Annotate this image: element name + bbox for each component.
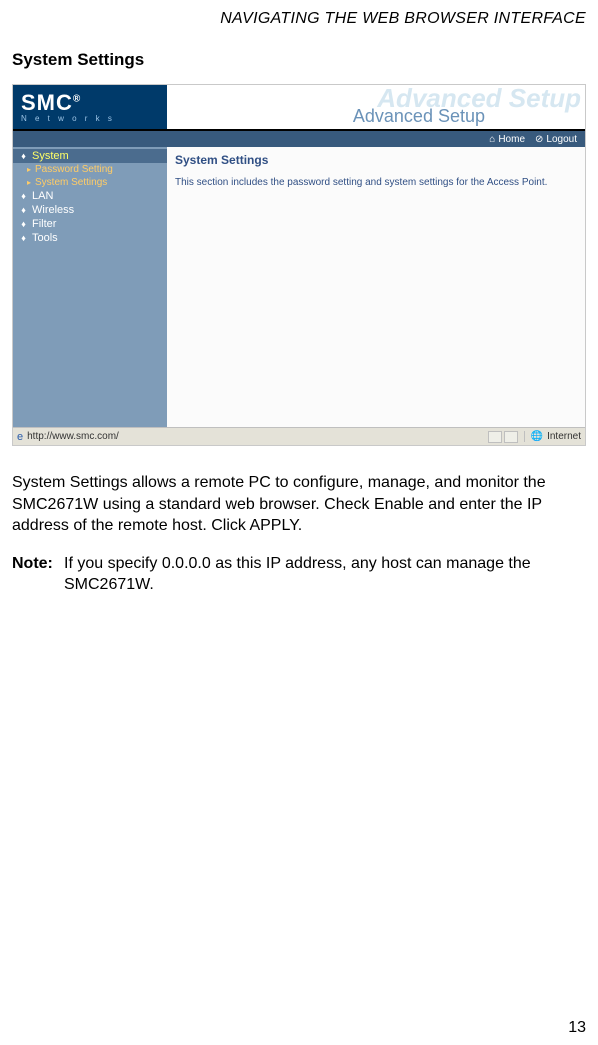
- page-number: 13: [568, 1019, 586, 1037]
- logout-label: Logout: [546, 134, 577, 145]
- sidebar-item-label: Wireless: [32, 204, 74, 216]
- pane-text: This section includes the password setti…: [175, 177, 577, 188]
- status-url: e http://www.smc.com/: [17, 431, 482, 443]
- overlay-label: Advanced Setup: [353, 106, 485, 127]
- body-paragraph: System Settings allows a remote PC to co…: [12, 472, 586, 537]
- section-title: System Settings: [12, 50, 586, 70]
- sidebar-item-label: LAN: [32, 190, 53, 202]
- sidebar-item-lan[interactable]: ♦ LAN: [13, 189, 167, 203]
- bullet-icon: ♦: [19, 205, 28, 215]
- banner: Advanced Setup Advanced Setup: [167, 85, 585, 129]
- note-label: Note:: [12, 553, 64, 596]
- bullet-icon: ♦: [19, 233, 28, 243]
- sidebar: ♦ System Password Setting System Setting…: [13, 147, 167, 427]
- header-row: SMC® N e t w o r k s Advanced Setup Adva…: [13, 85, 585, 129]
- status-empties: [488, 431, 518, 443]
- ie-icon: e: [17, 431, 23, 443]
- status-zone-text: Internet: [547, 431, 581, 442]
- logo-main: SMC®: [21, 92, 167, 114]
- logo-text: SMC: [21, 90, 73, 115]
- home-label: Home: [498, 134, 525, 145]
- bullet-icon: ♦: [19, 151, 28, 161]
- globe-icon: 🌐: [531, 431, 543, 442]
- sidebar-item-label: Tools: [32, 232, 58, 244]
- logo: SMC® N e t w o r k s: [13, 85, 167, 129]
- status-url-text: http://www.smc.com/: [27, 431, 119, 442]
- logo-reg: ®: [73, 93, 81, 104]
- bullet-icon: ♦: [19, 219, 28, 229]
- logout-link[interactable]: ⊘ Logout: [535, 134, 577, 145]
- running-head: NAVIGATING THE WEB BROWSER INTERFACE: [12, 10, 586, 28]
- sidebar-item-wireless[interactable]: ♦ Wireless: [13, 203, 167, 217]
- sidebar-item-label: Filter: [32, 218, 56, 230]
- main-pane: System Settings This section includes th…: [167, 147, 585, 427]
- sidebar-sub-label: Password Setting: [35, 164, 113, 175]
- bullet-icon: ♦: [19, 191, 28, 201]
- sidebar-item-tools[interactable]: ♦ Tools: [13, 231, 167, 245]
- sidebar-sub-system-settings[interactable]: System Settings: [13, 176, 167, 189]
- sidebar-item-label: System: [32, 150, 69, 162]
- status-zone: 🌐 Internet: [524, 431, 581, 442]
- sidebar-sub-password[interactable]: Password Setting: [13, 163, 167, 176]
- sidebar-sub-label: System Settings: [35, 177, 107, 188]
- logout-icon: ⊘: [535, 134, 543, 145]
- note-text: If you specify 0.0.0.0 as this IP addres…: [64, 553, 586, 596]
- note-block: Note: If you specify 0.0.0.0 as this IP …: [12, 553, 586, 596]
- sidebar-item-filter[interactable]: ♦ Filter: [13, 217, 167, 231]
- home-icon: ⌂: [489, 134, 495, 145]
- screenshot: SMC® N e t w o r k s Advanced Setup Adva…: [12, 84, 586, 446]
- content-row: ♦ System Password Setting System Setting…: [13, 147, 585, 427]
- logo-sub: N e t w o r k s: [21, 114, 167, 123]
- sidebar-item-system[interactable]: ♦ System: [13, 149, 167, 163]
- top-nav: ⌂ Home ⊘ Logout: [13, 129, 585, 147]
- home-link[interactable]: ⌂ Home: [489, 134, 525, 145]
- pane-heading: System Settings: [175, 153, 577, 167]
- status-bar: e http://www.smc.com/ 🌐 Internet: [13, 427, 585, 445]
